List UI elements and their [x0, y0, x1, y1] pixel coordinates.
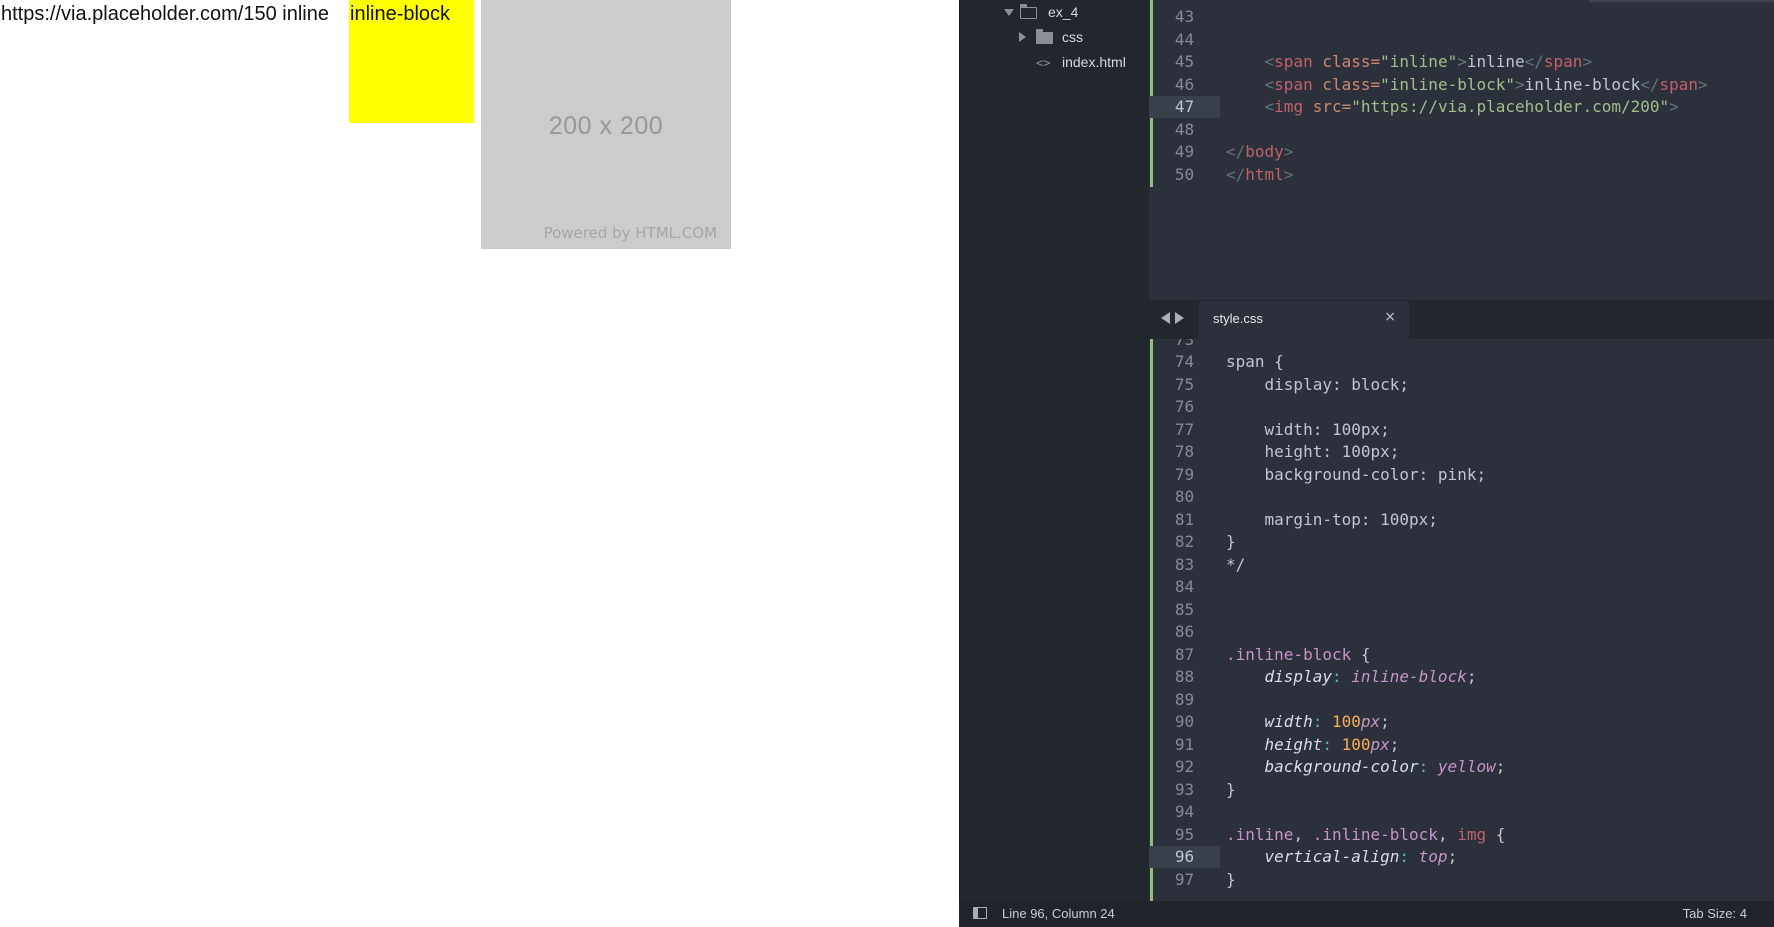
line-number: 86: [1174, 622, 1195, 641]
line-number: 77: [1174, 420, 1195, 439]
line-number: 73: [1174, 339, 1195, 349]
code-line-79: background-color: pink;: [1226, 465, 1487, 484]
sidebar-item-label: css: [1062, 29, 1083, 45]
chevron-right-icon: [1019, 32, 1026, 42]
folder-open-icon: [1019, 3, 1037, 19]
line-number: 76: [1174, 397, 1195, 416]
tab-size[interactable]: Tab Size: 4: [1683, 906, 1747, 921]
line-number: 94: [1174, 802, 1195, 821]
line-number-current: 96: [1149, 846, 1220, 868]
line-number: 93: [1174, 780, 1195, 799]
line-number: 75: [1174, 375, 1195, 394]
chevron-down-icon: [1004, 9, 1014, 16]
sidebar-item-css[interactable]: css: [960, 27, 1149, 47]
placeholder-image: 200 x 200 Powered by HTML.COM: [481, 0, 731, 249]
code-line-77: width: 100px;: [1226, 420, 1390, 439]
code-line-90: width: 100px;: [1264, 712, 1390, 731]
line-number: 87: [1174, 645, 1195, 664]
code-line-46: <span class="inline-block">inline-block<…: [1264, 75, 1708, 94]
line-number: 95: [1174, 825, 1195, 844]
code-line-81: margin-top: 100px;: [1226, 510, 1438, 529]
status-bar: Line 96, Column 24 Tab Size: 4: [959, 901, 1774, 927]
code-line-97: }: [1226, 870, 1236, 889]
code-line-78: height: 100px;: [1226, 442, 1400, 461]
line-number: 43: [1174, 7, 1195, 26]
code-file-icon: <>: [1036, 56, 1051, 70]
line-number: 89: [1174, 690, 1195, 709]
line-number: 88: [1174, 667, 1195, 686]
line-gutter: 43 44 45 46 47 48 49 50: [1149, 0, 1220, 300]
tab-next-icon[interactable]: [1175, 312, 1184, 324]
line-number: 85: [1174, 600, 1195, 619]
editor-pane-style-css[interactable]: 73 74 75 76 77 78 79 80 81 82 83 84 85 8…: [1149, 339, 1774, 901]
code-editor: ex_4 css <> index.html 43 44 45 46 47 48…: [959, 0, 1774, 927]
line-number: 44: [1174, 30, 1195, 49]
code-line-49: </body>: [1226, 142, 1294, 161]
code-line-96: vertical-align: top;: [1264, 847, 1458, 866]
line-number: 84: [1174, 577, 1195, 596]
code-line-95: .inline, .inline-block, img {: [1226, 825, 1506, 844]
line-number: 48: [1174, 120, 1195, 139]
code-line-88: display: inline-block;: [1264, 667, 1477, 686]
code-line-93: }: [1226, 780, 1236, 799]
tab-strip-edge: [1589, 0, 1774, 2]
line-number: 81: [1174, 510, 1195, 529]
sidebar-item-index-html[interactable]: <> index.html: [960, 52, 1149, 72]
line-number: 82: [1174, 532, 1195, 551]
line-number: 80: [1174, 487, 1195, 506]
tab-prev-icon[interactable]: [1161, 312, 1170, 324]
line-number: 92: [1174, 757, 1195, 776]
inline-text: https://via.placeholder.com/150 inline: [1, 3, 329, 25]
code-line-74: span {: [1226, 352, 1284, 371]
tab-bar: style.css ×: [1149, 300, 1774, 339]
code-line-92: background-color: yellow;: [1264, 757, 1506, 776]
placeholder-dimensions: 200 x 200: [548, 112, 664, 140]
sidebar-item-ex4[interactable]: ex_4: [960, 2, 1149, 22]
code-line-50: </html>: [1226, 165, 1294, 184]
line-number: 46: [1174, 75, 1195, 94]
line-number: 97: [1174, 870, 1195, 889]
line-gutter: 73 74 75 76 77 78 79 80 81 82 83 84 85 8…: [1149, 339, 1220, 901]
folder-icon: [1036, 29, 1053, 44]
line-number: 78: [1174, 442, 1195, 461]
browser-preview: https://via.placeholder.com/150 inline i…: [0, 0, 960, 927]
tab-label: style.css: [1213, 311, 1263, 326]
line-number: 45: [1174, 52, 1195, 71]
cursor-position[interactable]: Line 96, Column 24: [1002, 906, 1115, 921]
sidebar-item-label: index.html: [1062, 54, 1126, 70]
code-line-83: */: [1226, 555, 1246, 574]
file-sidebar: ex_4 css <> index.html: [960, 0, 1149, 901]
line-number-current: 47: [1149, 96, 1220, 118]
editor-pane-index-html[interactable]: 43 44 45 46 47 48 49 50 <span class="inl…: [1149, 0, 1774, 300]
code-line-47: <img src="https://via.placeholder.com/20…: [1264, 97, 1679, 116]
line-number: 49: [1174, 142, 1195, 161]
code-line-75: display: block;: [1226, 375, 1410, 394]
code-line-82: }: [1226, 532, 1236, 551]
close-icon[interactable]: ×: [1384, 309, 1396, 325]
line-number: 74: [1174, 352, 1195, 371]
line-number: 79: [1174, 465, 1195, 484]
toggle-sidebar-icon[interactable]: [973, 907, 987, 919]
line-number: 91: [1174, 735, 1195, 754]
inline-block-box: inline-block: [349, 0, 474, 123]
code-line-91: height: 100px;: [1264, 735, 1400, 754]
tab-style-css[interactable]: style.css ×: [1199, 301, 1409, 339]
sidebar-item-label: ex_4: [1048, 4, 1079, 20]
code-line-87: .inline-block {: [1226, 645, 1371, 664]
line-number: 90: [1174, 712, 1195, 731]
placeholder-powered-by: Powered by HTML.COM: [543, 224, 717, 242]
line-number: 50: [1174, 165, 1195, 184]
line-number: 83: [1174, 555, 1195, 574]
inline-block-text: inline-block: [350, 3, 451, 25]
code-line-45: <span class="inline">inline</span>: [1264, 52, 1593, 71]
